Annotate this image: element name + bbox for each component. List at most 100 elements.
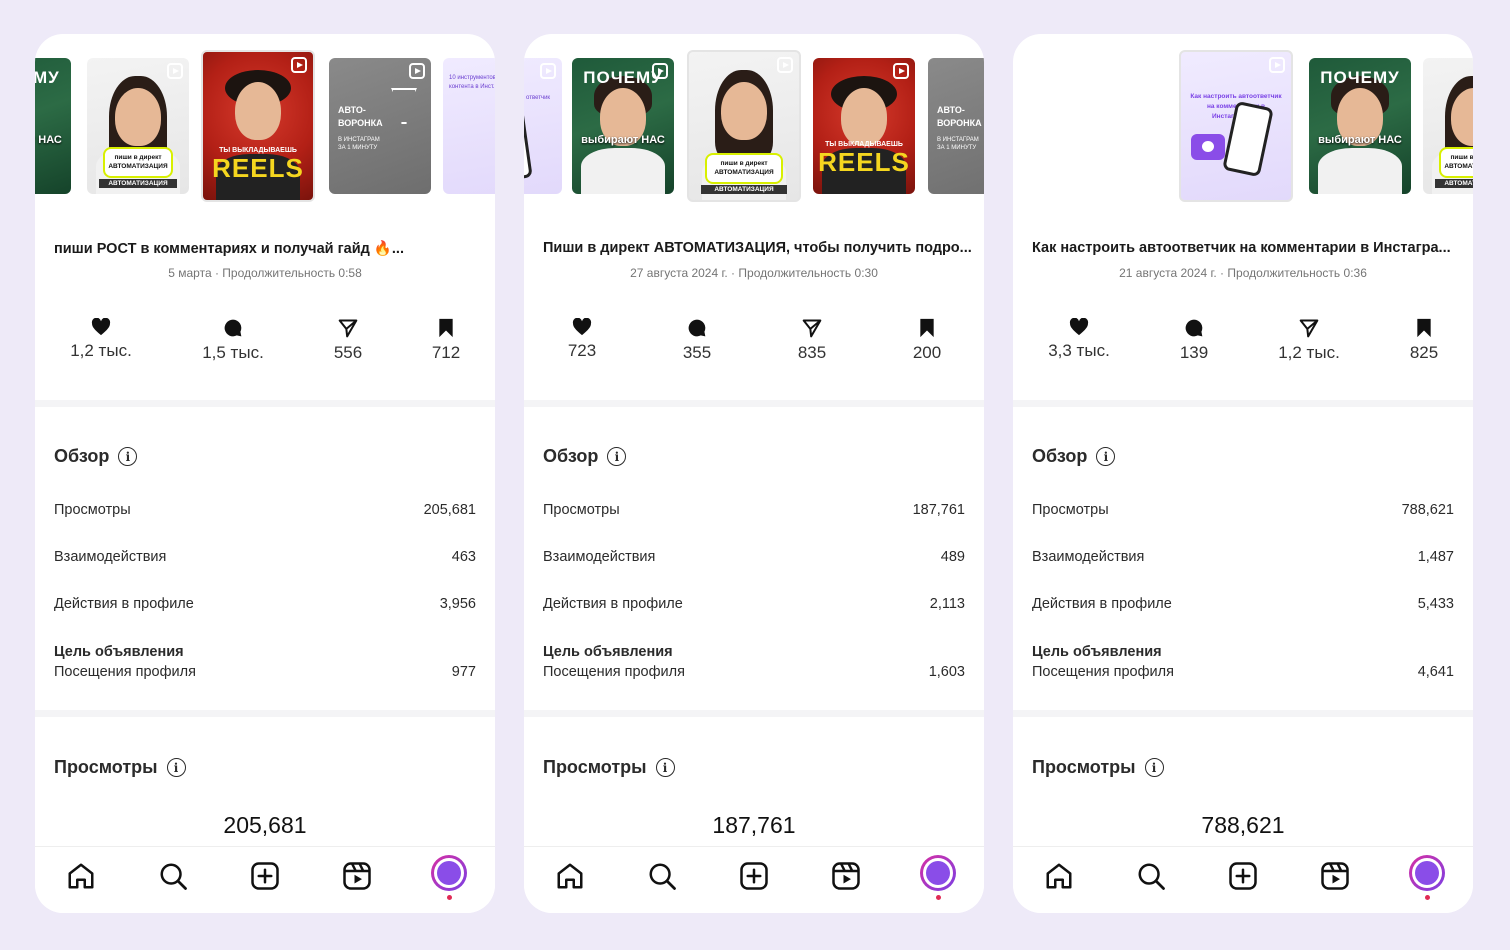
heart-icon xyxy=(1069,318,1089,336)
comments-count: 355 xyxy=(682,343,712,362)
reel-thumbnail[interactable]: ПОЧЕМУ выбирают НАС xyxy=(35,58,71,194)
metric-row-profile-actions: Действия в профиле 5,433 xyxy=(1032,596,1454,612)
views-title: Просмотры xyxy=(543,757,647,777)
reel-thumbnail[interactable]: ответчик xyxy=(524,58,562,194)
comments-count: 139 xyxy=(1179,343,1209,362)
reels-carousel[interactable]: ПОЧЕМУ выбирают НАС пиши в директ АВТОМА… xyxy=(35,34,495,244)
profile-avatar[interactable] xyxy=(920,855,956,891)
thumbnail-text: АВТОМАТИЗАЦИЯ xyxy=(701,185,787,194)
info-icon[interactable]: i xyxy=(1096,447,1116,466)
engagement-stats: 3,3 тыс. 139 1,2 тыс. 825 xyxy=(1013,318,1473,378)
thumbnail-text: В ИНСТАГРАМ ЗА 1 МИНУТУ xyxy=(937,137,979,152)
metric-label: Взаимодействия xyxy=(1032,549,1145,565)
post-caption: Как настроить автоответчик на комментари… xyxy=(1032,240,1451,256)
thumbnail-text: 10 инструментов контента в Инст... xyxy=(449,75,495,90)
overview-header: Обзор i xyxy=(54,446,138,467)
metric-row-interactions: Взаимодействия 1,487 xyxy=(1032,549,1454,565)
ad-goal-label: Цель объявления xyxy=(1032,644,1162,660)
ad-goal-label-row: Цель объявления xyxy=(54,644,476,660)
info-icon[interactable]: i xyxy=(655,758,675,777)
section-divider xyxy=(524,710,984,717)
create-icon[interactable] xyxy=(250,861,280,891)
comments-stat: 1,5 тыс. xyxy=(178,318,288,363)
metric-label: Действия в профиле xyxy=(54,596,194,612)
likes-count: 1,2 тыс. xyxy=(70,341,132,360)
info-icon[interactable]: i xyxy=(118,447,138,466)
person-face xyxy=(721,82,767,140)
reel-thumbnail[interactable]: пиши в директ АВТОМАТИЗАЦИЯ АВТОМАТИЗАЦИ… xyxy=(87,58,189,194)
reel-thumbnail-selected[interactable]: пиши в директ АВТОМАТИЗАЦИЯ АВТОМАТИЗАЦИ… xyxy=(687,50,801,202)
bottom-nav-bar xyxy=(524,846,984,913)
reel-thumbnail[interactable]: ТЫ ВЫКЛАДЫВАЕШЬ REELS xyxy=(813,58,915,194)
profile-avatar[interactable] xyxy=(1409,855,1445,891)
shares-count: 835 xyxy=(797,343,827,362)
home-icon[interactable] xyxy=(1044,861,1074,891)
reel-thumbnail[interactable]: ПОЧЕМУ выбирают НАС xyxy=(1309,58,1411,194)
metric-label: Действия в профиле xyxy=(543,596,683,612)
reel-icon xyxy=(1269,57,1285,73)
overview-title: Обзор xyxy=(543,446,599,466)
notification-dot xyxy=(1424,895,1430,900)
reels-carousel[interactable]: ответчик ПОЧЕМУ выбирают НАС пиши в дире… xyxy=(524,34,984,244)
ad-goal-label: Цель объявления xyxy=(543,644,673,660)
bookmark-icon xyxy=(1417,318,1431,338)
metric-label: Взаимодействия xyxy=(54,549,167,565)
comment-icon xyxy=(1185,319,1203,337)
info-icon[interactable]: i xyxy=(166,758,186,777)
overview-title: Обзор xyxy=(54,446,110,466)
overview-header: Обзор i xyxy=(543,446,627,467)
comments-stat: 139 xyxy=(1139,318,1249,363)
reel-thumbnail[interactable]: АВТО- ВОРОНКА В ИНСТАГРАМ ЗА 1 МИНУТУ xyxy=(329,58,431,194)
reels-icon[interactable] xyxy=(1320,861,1350,891)
metric-value: 788,621 xyxy=(1401,502,1454,518)
thumbnail-text: АВТОМАТИЗАЦИЯ xyxy=(1435,179,1473,188)
overview-title: Обзор xyxy=(1032,446,1088,466)
profile-avatar[interactable] xyxy=(431,855,467,891)
reel-thumbnail[interactable]: пиши в директ АВТОМАТИЗАЦИЯ АВТОМАТИЗАЦИ… xyxy=(1423,58,1473,194)
reel-thumbnail[interactable]: ПОЧЕМУ выбирают НАС xyxy=(572,58,674,194)
home-icon[interactable] xyxy=(555,861,585,891)
send-icon xyxy=(338,319,358,338)
reel-thumbnail-selected[interactable]: ТЫ ВЫКЛАДЫВАЕШЬ REELS xyxy=(201,50,315,202)
thumbnail-text: выбирают НАС xyxy=(35,134,62,146)
create-icon[interactable] xyxy=(1228,861,1258,891)
thumbnail-text: ПОЧЕМУ xyxy=(35,68,60,87)
reels-icon[interactable] xyxy=(831,861,861,891)
metric-row-interactions: Взаимодействия 463 xyxy=(54,549,476,565)
metric-row-views: Просмотры 788,621 xyxy=(1032,502,1454,518)
person-face xyxy=(235,82,281,140)
thumbnail-text: АВТО- ВОРОНКА xyxy=(937,105,982,128)
create-icon[interactable] xyxy=(739,861,769,891)
heart-icon xyxy=(91,318,111,336)
bookmark-icon xyxy=(439,318,453,338)
home-icon[interactable] xyxy=(66,861,96,891)
thumbnail-text: ответчик xyxy=(526,95,551,101)
metric-label: Посещения профиля xyxy=(543,664,685,680)
info-icon[interactable]: i xyxy=(607,447,627,466)
info-icon[interactable]: i xyxy=(1144,758,1164,777)
search-icon[interactable] xyxy=(1136,861,1166,891)
metric-value: 205,681 xyxy=(423,502,476,518)
reel-thumbnail[interactable]: 10 инструментов контента в Инст... xyxy=(443,58,495,194)
metric-row-profile-visits: Посещения профиля 1,603 xyxy=(543,664,965,680)
search-icon[interactable] xyxy=(158,861,188,891)
metric-label: Посещения профиля xyxy=(1032,664,1174,680)
reel-thumbnail-selected[interactable]: Как настроить автоответчик на комментари… xyxy=(1179,50,1293,202)
section-divider xyxy=(524,400,984,407)
metric-row-views: Просмотры 205,681 xyxy=(54,502,476,518)
metric-label: Взаимодействия xyxy=(543,549,656,565)
comment-icon xyxy=(688,319,706,337)
reels-carousel[interactable]: Как настроить автоответчик на комментари… xyxy=(1013,34,1473,244)
metric-value: 3,956 xyxy=(439,596,476,612)
shares-stat: 1,2 тыс. xyxy=(1254,318,1364,363)
post-insights-card-2: ответчик ПОЧЕМУ выбирают НАС пиши в дире… xyxy=(524,34,984,913)
heart-icon xyxy=(572,318,592,336)
post-date-duration: 27 августа 2024 г. · Продолжительность 0… xyxy=(630,266,878,280)
send-icon xyxy=(802,319,822,338)
reels-icon[interactable] xyxy=(342,861,372,891)
reel-thumbnail[interactable]: АВТО- ВОРОНКА В ИНСТАГРАМ ЗА 1 МИНУТУ xyxy=(928,58,984,194)
section-divider xyxy=(1013,400,1473,407)
search-icon[interactable] xyxy=(647,861,677,891)
reel-icon xyxy=(777,57,793,73)
comments-count: 1,5 тыс. xyxy=(202,343,264,362)
